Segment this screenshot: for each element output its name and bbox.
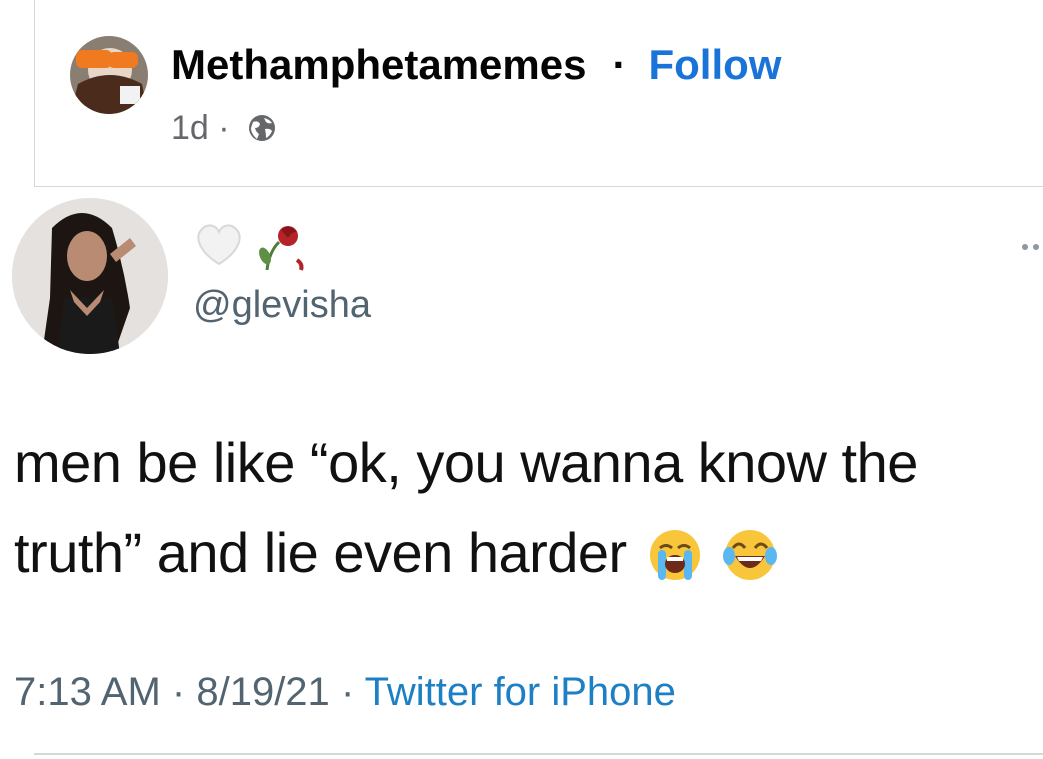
white-heart-icon: [197, 224, 241, 266]
globe-icon: [247, 110, 277, 154]
tweet-date[interactable]: 8/19/21: [196, 670, 329, 714]
tweet-footer: 7:13 AM · 8/19/21 · Twitter for iPhone: [14, 664, 676, 720]
display-name-emojis: [193, 218, 323, 279]
follow-button[interactable]: Follow: [648, 41, 781, 88]
loudly-crying-face-icon: [648, 518, 702, 608]
bottom-divider: [34, 753, 1043, 755]
post-meta: 1d ·: [171, 106, 277, 154]
tweet-handle[interactable]: @glevisha: [193, 282, 371, 328]
tweet-time[interactable]: 7:13 AM: [14, 670, 161, 714]
face-with-tears-of-joy-icon: [722, 518, 777, 608]
name-separator: ·: [612, 41, 627, 88]
page-avatar[interactable]: [70, 36, 148, 114]
page-name[interactable]: Methamphetamemes: [171, 41, 586, 88]
footer-separator-2: ·: [340, 670, 355, 714]
post-time[interactable]: 1d: [171, 109, 209, 147]
tweet-text-line-2-words: truth” and lie even harder: [14, 521, 627, 584]
wilted-rose-icon: [259, 226, 304, 271]
footer-separator-1: ·: [171, 670, 186, 714]
tweet-source-link[interactable]: Twitter for iPhone: [365, 670, 676, 714]
tweet-text: men be like “ok, you wanna know the trut…: [14, 418, 1034, 608]
more-options-icon[interactable]: [1022, 239, 1043, 250]
page-name-row: Methamphetamemes · Follow: [171, 40, 781, 90]
tweet-author-avatar[interactable]: [12, 198, 168, 354]
meta-separator: ·: [218, 109, 230, 147]
facebook-post-header: Methamphetamemes · Follow 1d ·: [34, 0, 1043, 187]
tweet-text-line-1: men be like “ok, you wanna know the: [14, 431, 918, 494]
tweet-text-line-2: truth” and lie even harder: [14, 508, 1034, 608]
